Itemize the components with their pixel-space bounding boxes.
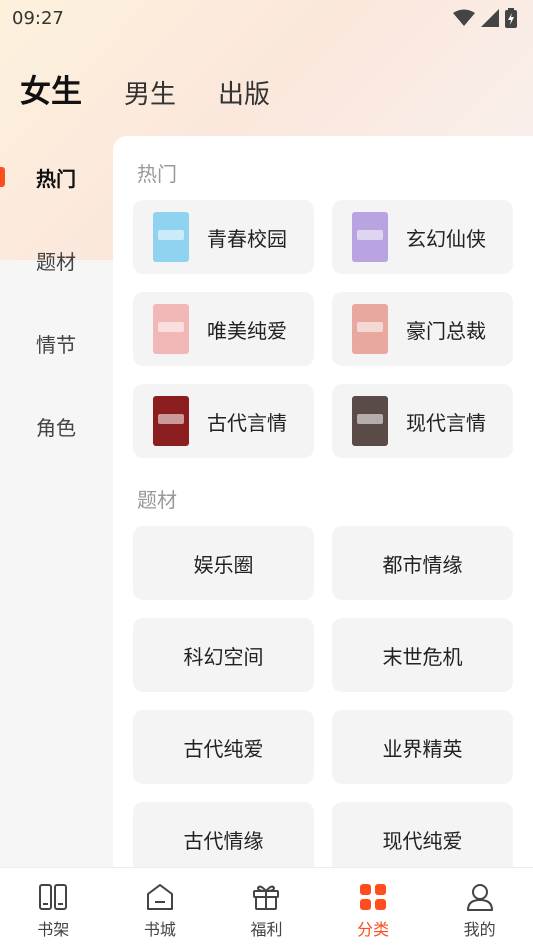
sidebar-item-plot[interactable]: 情节 — [0, 302, 112, 385]
profile-icon — [466, 884, 493, 911]
nav-label: 书架 — [37, 920, 70, 939]
gender-tabs: 女生 男生 出版 — [20, 66, 312, 111]
nav-label: 福利 — [250, 920, 283, 939]
wifi-icon — [453, 9, 475, 26]
gift-icon — [253, 885, 280, 910]
nav-item-bookshelf[interactable]: 书架 — [0, 868, 106, 940]
nav-item-bookstore[interactable]: 书城 — [107, 868, 213, 940]
tab-female[interactable]: 女生 — [20, 66, 82, 111]
category-card-ceo-romance[interactable]: 豪门总裁 — [332, 292, 513, 366]
sidebar-item-hot[interactable]: 热门 — [0, 136, 112, 219]
category-label: 古代言情 — [207, 410, 287, 435]
nav-label: 分类 — [357, 920, 390, 939]
tab-male[interactable]: 男生 — [124, 74, 176, 111]
book-cover-image — [352, 304, 388, 354]
book-cover-image — [153, 304, 189, 354]
category-card-ancient-love[interactable]: 古代情缘 — [133, 802, 314, 867]
nav-label: 书城 — [143, 920, 176, 939]
category-card-ancient-romance[interactable]: 古代言情 — [133, 384, 314, 458]
theme-grid: 娱乐圈 都市情缘 科幻空间 末世危机 古代纯爱 业界精英 古代情缘 现代纯爱 — [133, 526, 533, 867]
category-card-apocalypse[interactable]: 末世危机 — [332, 618, 513, 692]
nav-item-profile[interactable]: 我的 — [427, 868, 533, 940]
status-bar: 09:27 — [0, 0, 533, 36]
nav-label: 我的 — [463, 920, 496, 939]
bottom-navigation: 书架 书城 福利 分类 我的 — [0, 867, 533, 948]
sidebar-item-role[interactable]: 角色 — [0, 385, 112, 468]
category-card-industry-elite[interactable]: 业界精英 — [332, 710, 513, 784]
category-content[interactable]: 热门 青春校园 玄幻仙侠 唯美纯爱 豪门总裁 古代言情 现代言情 题材 娱乐圈 … — [113, 136, 533, 867]
category-card-urban-romance[interactable]: 都市情缘 — [332, 526, 513, 600]
section-title-theme: 题材 — [137, 488, 177, 512]
category-icon — [360, 884, 387, 910]
category-card-scifi-space[interactable]: 科幻空间 — [133, 618, 314, 692]
category-card-youth-campus[interactable]: 青春校园 — [133, 200, 314, 274]
category-card-fantasy-xianxia[interactable]: 玄幻仙侠 — [332, 200, 513, 274]
book-cover-image — [352, 212, 388, 262]
category-label: 唯美纯爱 — [207, 318, 287, 343]
category-label: 豪门总裁 — [406, 318, 486, 343]
hot-grid: 青春校园 玄幻仙侠 唯美纯爱 豪门总裁 古代言情 现代言情 — [133, 200, 533, 458]
nav-item-welfare[interactable]: 福利 — [213, 868, 319, 940]
section-title-hot: 热门 — [137, 162, 177, 186]
status-icons — [453, 8, 517, 28]
category-card-ancient-bl[interactable]: 古代纯爱 — [133, 710, 314, 784]
category-label: 青春校园 — [207, 226, 287, 251]
battery-icon — [505, 8, 517, 28]
category-label: 玄幻仙侠 — [406, 226, 486, 251]
category-card-entertainment[interactable]: 娱乐圈 — [133, 526, 314, 600]
bookstore-icon — [146, 884, 173, 910]
status-time: 09:27 — [12, 7, 64, 29]
category-card-pure-love[interactable]: 唯美纯爱 — [133, 292, 314, 366]
category-card-modern-bl[interactable]: 现代纯爱 — [332, 802, 513, 867]
nav-item-category[interactable]: 分类 — [320, 868, 426, 940]
sidebar-item-theme[interactable]: 题材 — [0, 219, 112, 302]
tab-publication[interactable]: 出版 — [218, 74, 270, 111]
cellular-signal-icon — [481, 9, 499, 27]
book-cover-image — [153, 396, 189, 446]
book-cover-image — [352, 396, 388, 446]
category-card-modern-romance[interactable]: 现代言情 — [332, 384, 513, 458]
category-label: 现代言情 — [406, 410, 486, 435]
bookshelf-icon — [39, 884, 68, 910]
book-cover-image — [153, 212, 189, 262]
category-sidebar: 热门 题材 情节 角色 — [0, 136, 112, 468]
